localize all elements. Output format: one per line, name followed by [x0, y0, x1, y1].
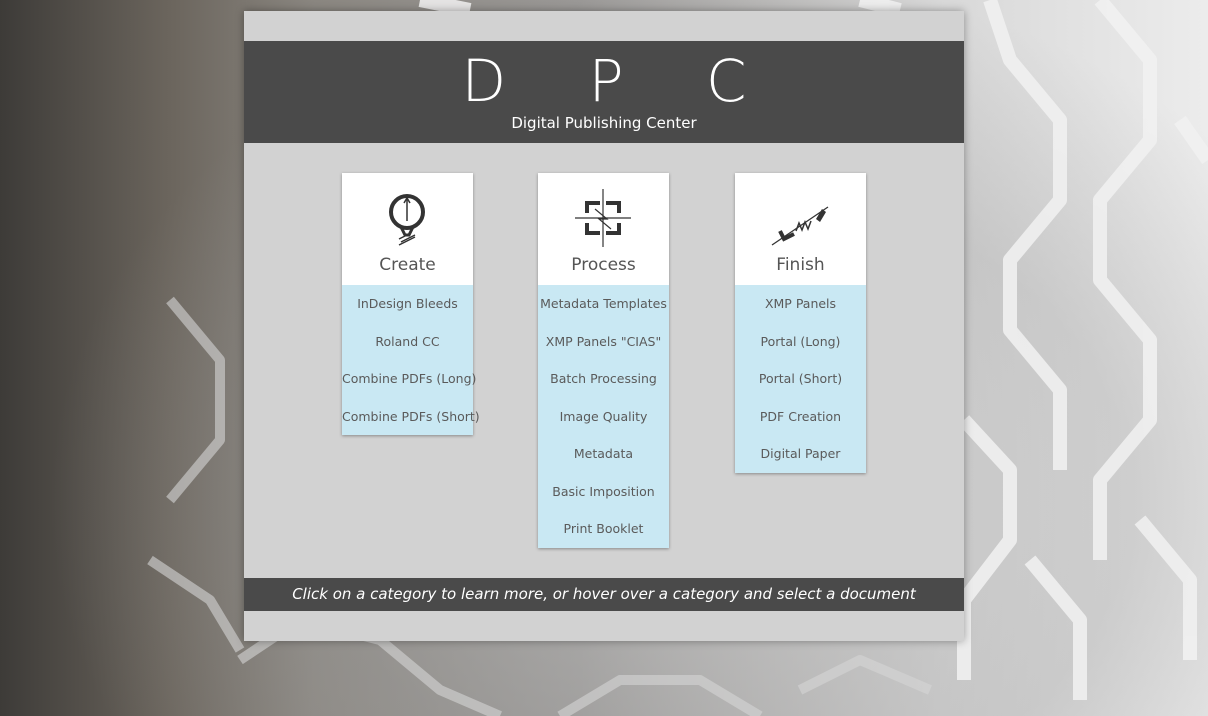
crop-frame-icon [575, 189, 631, 247]
category-card-create[interactable]: Create InDesign Bleeds Roland CC Combine… [342, 173, 480, 436]
list-item[interactable]: Combine PDFs (Short) [342, 398, 480, 436]
card-header-process[interactable]: Process [538, 173, 669, 285]
lightbulb-icon [389, 194, 425, 246]
logo[interactable]: D P C [244, 47, 964, 115]
list-item[interactable]: Digital Paper [735, 435, 866, 473]
card-title-finish: Finish [776, 255, 825, 275]
list-item[interactable]: XMP Panels "CIAS" [538, 323, 669, 361]
card-title-process: Process [571, 255, 636, 275]
list-item[interactable]: Metadata Templates [538, 285, 669, 323]
list-item[interactable]: Combine PDFs (Long) [342, 360, 476, 398]
main-panel: D P C Digital Publishing Center Create I… [244, 11, 964, 641]
list-item[interactable]: XMP Panels [735, 285, 866, 323]
list-item[interactable]: Roland CC [342, 323, 473, 361]
card-header-finish[interactable]: Finish [735, 173, 866, 285]
list-item[interactable]: Portal (Short) [735, 360, 866, 398]
list-item[interactable]: Print Booklet [538, 510, 669, 548]
card-header-create[interactable]: Create [342, 173, 473, 285]
list-item[interactable]: Image Quality [538, 398, 669, 436]
list-item[interactable]: InDesign Bleeds [342, 285, 473, 323]
site-subtitle: Digital Publishing Center [511, 114, 697, 132]
list-item[interactable]: Basic Imposition [538, 473, 669, 511]
list-item[interactable]: Portal (Long) [735, 323, 866, 361]
list-item[interactable]: PDF Creation [735, 398, 866, 436]
header-banner: D P C Digital Publishing Center [244, 41, 964, 143]
instructions-banner: Click on a category to learn more, or ho… [244, 578, 964, 611]
instructions-text: Click on a category to learn more, or ho… [292, 585, 916, 603]
list-item[interactable]: Batch Processing [538, 360, 669, 398]
probe-icon [771, 206, 829, 246]
list-item[interactable]: Metadata [538, 435, 669, 473]
card-title-create: Create [379, 255, 436, 275]
category-card-process[interactable]: Process Metadata Templates XMP Panels "C… [538, 173, 669, 548]
category-card-finish[interactable]: Finish XMP Panels Portal (Long) Portal (… [735, 173, 866, 473]
